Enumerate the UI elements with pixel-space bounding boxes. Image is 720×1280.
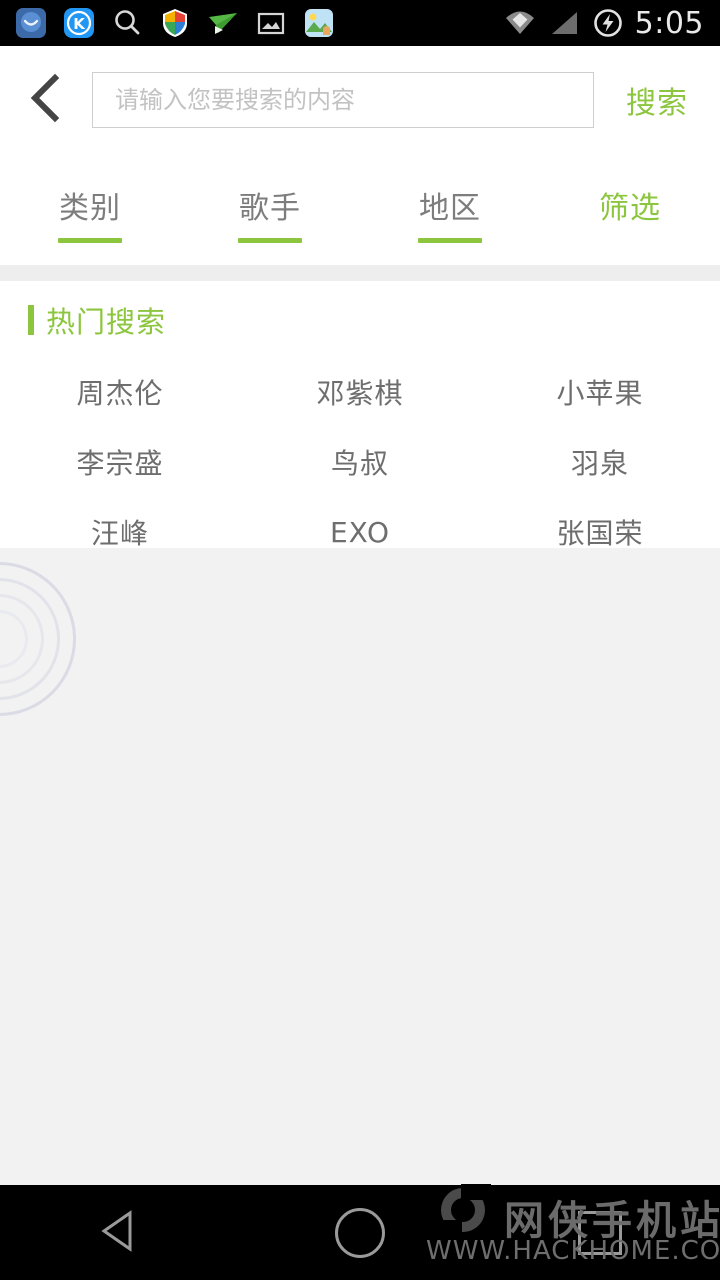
status-bar-notification-icons: K [0,6,336,40]
chat-app-icon [14,6,48,40]
nav-back-button[interactable] [0,1185,240,1280]
content-empty-area [0,548,720,1185]
search-icon [110,6,144,40]
wifi-icon [503,6,537,40]
hot-search-title: 热门搜索 [46,305,167,339]
search-submit-button[interactable]: 搜索 [594,78,720,122]
back-button[interactable] [0,46,92,154]
search-header: 搜索 [0,46,720,154]
status-bar-clock: 5:05 [634,5,704,41]
back-triangle-icon [94,1205,146,1261]
gallery-icon [302,6,336,40]
decorative-rings-icon [0,562,82,722]
nav-recents-button[interactable] [480,1185,720,1280]
android-navigation-bar [0,1185,720,1280]
search-box[interactable] [92,72,594,128]
kingsoft-k-app-icon: K [62,6,96,40]
battery-charging-icon [591,6,625,40]
search-input[interactable] [115,73,593,127]
tab-region[interactable]: 地区 [360,154,540,265]
tab-singer-underline [238,238,302,243]
home-circle-icon [335,1207,385,1258]
svg-text:K: K [73,15,86,33]
status-bar: K 5:05 [0,0,720,46]
tab-category[interactable]: 类别 [0,154,180,265]
tab-singer-label: 歌手 [239,191,301,226]
phone-screen: K 5:05 请输入您要搜索的内容 搜索 类别 歌手 地区 筛选 热门搜索 周杰… [0,0,720,1280]
hot-search-item[interactable]: 鸟叔 [240,427,480,497]
hot-search-section: 热门搜索 周杰伦 邓紫棋 小苹果 李宗盛 鸟叔 羽泉 汪峰 EXO 张国荣 [0,281,720,550]
paper-plane-icon [206,6,240,40]
tab-singer[interactable]: 歌手 [180,154,360,265]
hot-search-item[interactable]: 邓紫棋 [240,357,480,427]
tab-filter[interactable]: 筛选 [540,154,720,265]
tab-category-underline [58,238,122,243]
tab-region-underline [418,238,482,243]
cellular-signal-icon [547,6,581,40]
hot-search-item[interactable]: 周杰伦 [0,357,240,427]
hot-search-grid: 周杰伦 邓紫棋 小苹果 李宗盛 鸟叔 羽泉 汪峰 EXO 张国荣 [0,357,720,567]
nav-home-button[interactable] [240,1185,480,1280]
hot-search-item[interactable]: 李宗盛 [0,427,240,497]
chevron-left-icon [23,70,69,130]
filter-tabs: 类别 歌手 地区 筛选 [0,154,720,265]
status-bar-system-icons: 5:05 [503,6,720,41]
hot-search-item[interactable]: 小苹果 [480,357,720,427]
recents-square-icon [578,1210,622,1255]
tab-region-label: 地区 [419,191,481,226]
hot-search-item[interactable]: 羽泉 [480,427,720,497]
tab-category-label: 类别 [59,191,121,226]
tab-filter-label: 筛选 [599,191,661,226]
hot-search-header: 热门搜索 [0,281,720,341]
image-icon [254,6,288,40]
security-shield-icon [158,6,192,40]
section-divider [0,265,720,281]
section-marker-bar [28,305,34,335]
